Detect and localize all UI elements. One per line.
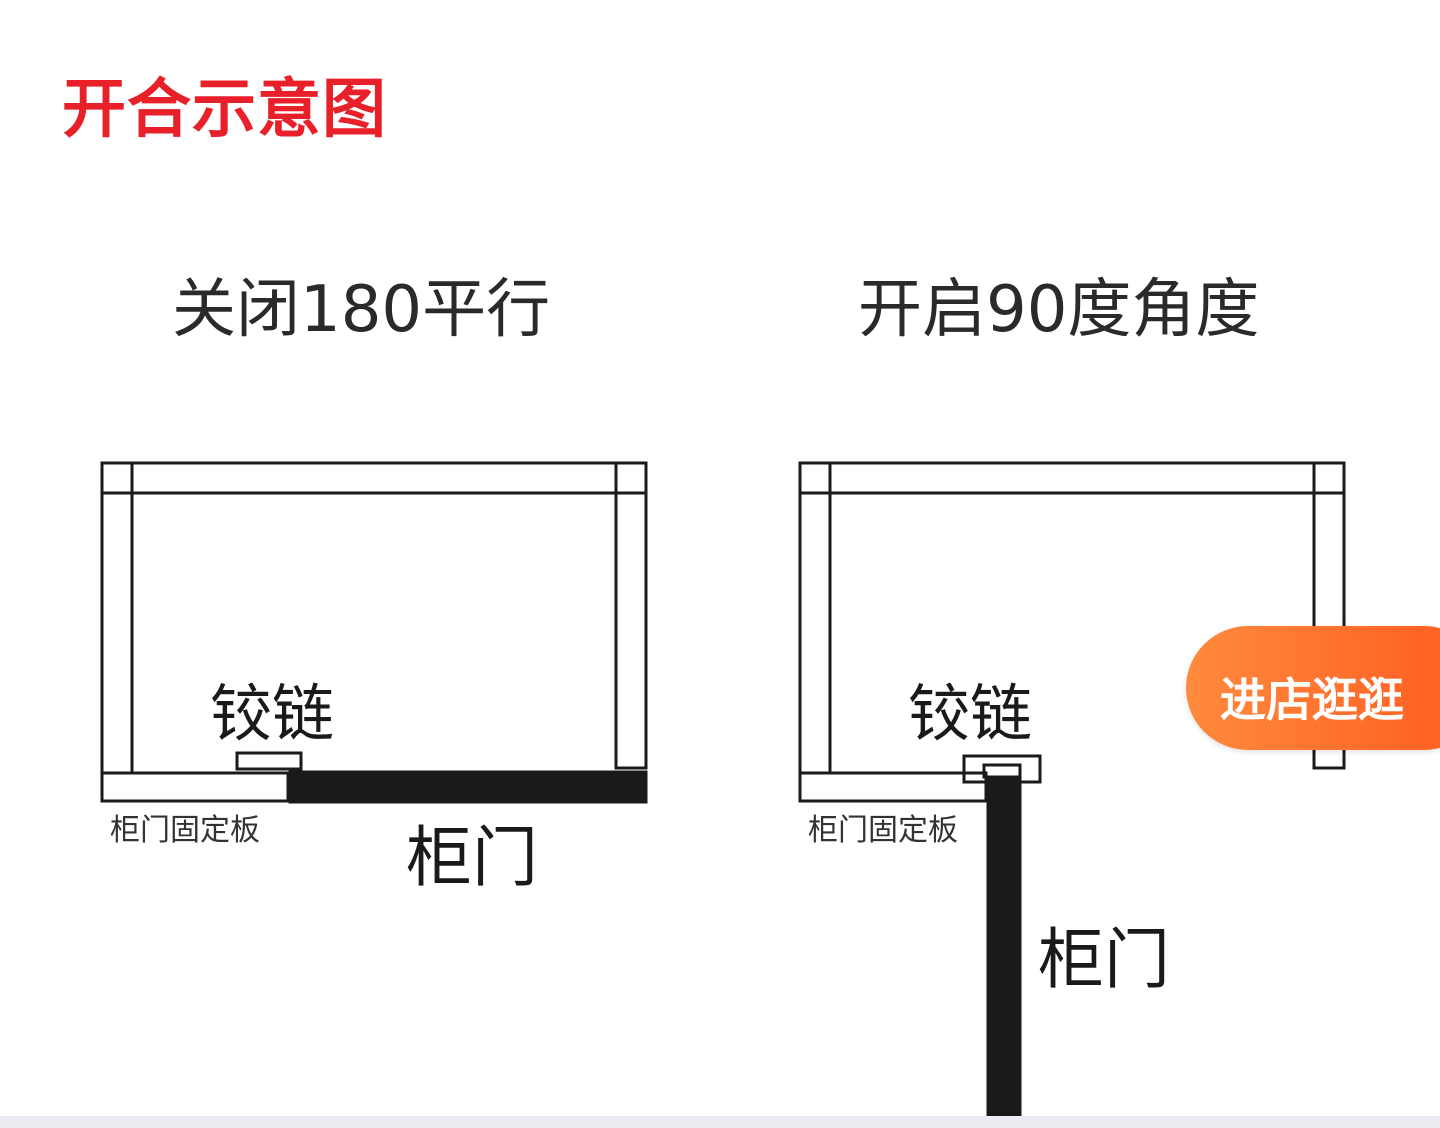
open-hinge-inner <box>982 763 1022 779</box>
open-door-label: 柜门 <box>1038 921 1170 998</box>
open-cabinet-left-panel <box>798 461 832 775</box>
open-fixed-plate <box>798 771 988 803</box>
bottom-edge-strip <box>0 1116 1440 1128</box>
closed-cabinet-left-panel <box>100 461 134 775</box>
open-door <box>986 776 1022 1118</box>
open-cabinet-diagram <box>798 461 1346 1118</box>
open-plate-label: 柜门固定板 <box>808 813 958 848</box>
closed-plate-label: 柜门固定板 <box>110 813 260 848</box>
open-cabinet-top-panel <box>798 461 1346 495</box>
closed-door-label: 柜门 <box>406 819 538 896</box>
closed-hinge <box>235 751 303 771</box>
closed-cabinet-right-panel <box>614 461 648 770</box>
visit-shop-label: 进店逛逛 <box>1220 673 1404 727</box>
closed-cabinet-diagram <box>100 461 648 804</box>
visit-shop-button[interactable]: 进店逛逛 <box>1186 626 1440 750</box>
closed-door <box>288 770 648 804</box>
closed-cabinet-top-panel <box>100 461 648 495</box>
hinge-diagram: 铰链 柜门固定板 柜门 铰链 柜门固定板 柜门 <box>100 461 1346 1118</box>
closed-hinge-label: 铰链 <box>210 677 334 750</box>
open-hinge-label: 铰链 <box>908 677 1032 750</box>
closed-fixed-plate <box>100 771 290 803</box>
